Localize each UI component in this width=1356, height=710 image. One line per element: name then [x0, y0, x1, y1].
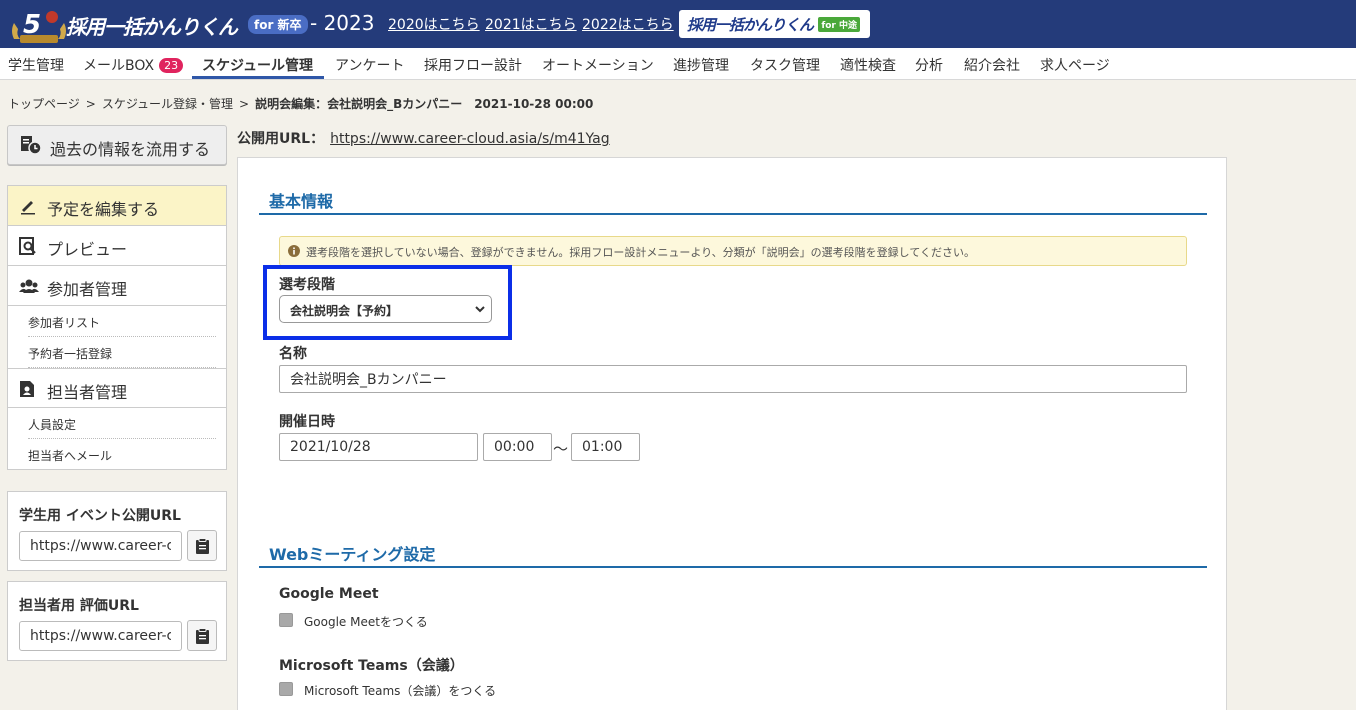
- midcareer-app-button[interactable]: 採用一括かんりくん for 中途: [679, 10, 870, 38]
- nav-job-pages[interactable]: 求人ページ: [1040, 55, 1110, 75]
- name-input[interactable]: [279, 365, 1187, 393]
- google-meet-checkbox-label[interactable]: Google Meetをつくる: [304, 613, 428, 630]
- copy-staff-url-button[interactable]: [187, 620, 217, 651]
- clipboard-icon: [196, 538, 209, 554]
- staff-url-field[interactable]: [19, 621, 182, 651]
- datetime-label: 開催日時: [279, 414, 335, 430]
- student-url-field[interactable]: [19, 531, 182, 561]
- pencil-icon: [21, 201, 35, 215]
- staff-url-box: 担当者用 評価URL: [7, 581, 227, 661]
- breadcrumb: トップページ > スケジュール登録・管理 > 説明会編集：会社説明会_Bカンパニー 20…: [8, 95, 593, 112]
- staff-badge-icon: [20, 381, 34, 397]
- basic-info-title: 基本情報: [269, 192, 334, 211]
- breadcrumb-home[interactable]: トップページ: [8, 97, 80, 111]
- google-meet-heading: Google Meet: [279, 586, 379, 602]
- time-range-separator: 〜: [553, 440, 569, 458]
- stage-label: 選考段階: [279, 277, 335, 293]
- side-edit-schedule[interactable]: 予定を編集する: [8, 186, 226, 226]
- public-url-link[interactable]: https://www.career-cloud.asia/s/m41Yag: [330, 131, 610, 147]
- stage-notice: 選考段階を選択していない場合、登録ができません。採用フロー設計メニューより、分類…: [279, 236, 1187, 266]
- nav-survey[interactable]: アンケート: [335, 55, 404, 75]
- reuse-past-info-button[interactable]: 過去の情報を流用する: [7, 125, 227, 165]
- year-2022-link[interactable]: 2022はこちら: [582, 14, 674, 34]
- year-label: - 2023: [310, 11, 375, 35]
- side-bulk-register[interactable]: 予約者一括登録: [28, 337, 216, 368]
- midcareer-tag: for 中途: [818, 17, 860, 32]
- stage-select-value: 会社説明会【予約】: [290, 304, 399, 318]
- top-header: 5 採用一括かんりくん for 新卒 - 2023 2020はこちら 2021は…: [0, 0, 1356, 48]
- chevron-down-icon: [475, 306, 485, 313]
- nav-mailbox[interactable]: メールBOX 23: [83, 55, 184, 75]
- side-participants[interactable]: 参加者管理: [8, 266, 226, 306]
- copy-student-url-button[interactable]: [187, 530, 217, 561]
- side-staff-label: 担当者管理: [47, 383, 128, 402]
- side-preview[interactable]: プレビュー: [8, 226, 226, 266]
- side-staffing[interactable]: 人員設定: [28, 408, 216, 439]
- nav-schedule[interactable]: スケジュール管理: [202, 55, 313, 75]
- clipboard-icon: [196, 628, 209, 644]
- end-time-input[interactable]: [571, 433, 640, 461]
- history-document-icon: [21, 136, 42, 155]
- breadcrumb-sep: >: [85, 97, 96, 111]
- edit-form-panel: 基本情報 選考段階を選択していない場合、登録ができません。採用フロー設計メニュー…: [237, 157, 1227, 710]
- year-2021-link[interactable]: 2021はこちら: [485, 14, 577, 34]
- preview-search-icon: [19, 237, 36, 255]
- student-url-box: 学生用 イベント公開URL: [7, 491, 227, 571]
- app-logo[interactable]: 採用一括かんりくん: [66, 11, 238, 40]
- nav-analytics[interactable]: 分析: [915, 55, 943, 75]
- breadcrumb-sep: >: [239, 97, 250, 111]
- logo-newgrad-tag: for 新卒: [248, 15, 308, 34]
- svg-text:5: 5: [23, 10, 41, 40]
- main-nav: 学生管理 メールBOX 23 スケジュール管理 アンケート 採用フロー設計 オート…: [0, 48, 1356, 80]
- nav-flow-design[interactable]: 採用フロー設計: [424, 55, 522, 75]
- nav-mailbox-label: メールBOX: [83, 58, 155, 74]
- section-divider: [259, 566, 1207, 568]
- nav-automation[interactable]: オートメーション: [542, 55, 654, 75]
- anniversary-badge-icon: 5: [12, 10, 66, 43]
- side-participants-label: 参加者管理: [47, 280, 128, 299]
- side-preview-label: プレビュー: [47, 240, 128, 259]
- reuse-past-info-label: 過去の情報を流用する: [50, 140, 211, 159]
- side-mail-staff[interactable]: 担当者へメール: [28, 439, 216, 470]
- side-edit-label: 予定を編集する: [47, 200, 160, 219]
- teams-checkbox-label[interactable]: Microsoft Teams（会議）をつくる: [304, 682, 496, 699]
- mail-count-badge: 23: [159, 58, 184, 73]
- teams-checkbox[interactable]: [279, 682, 293, 696]
- nav-students[interactable]: 学生管理: [8, 55, 64, 75]
- midcareer-logo-text: 採用一括かんりくん: [687, 16, 814, 34]
- stage-notice-text: 選考段階を選択していない場合、登録ができません。採用フロー設計メニューより、分類…: [306, 246, 976, 259]
- date-input[interactable]: [279, 433, 478, 461]
- nav-aptitude[interactable]: 適性検査: [840, 55, 896, 75]
- public-url-label: 公開用URL：: [237, 131, 325, 147]
- users-icon: [19, 279, 39, 293]
- name-label: 名称: [279, 346, 307, 362]
- side-participant-list[interactable]: 参加者リスト: [28, 306, 216, 337]
- side-menu: 予定を編集する プレビュー 参加者管理 参加者リスト 予約者一括登録 担当者管理…: [7, 185, 227, 470]
- stage-select[interactable]: 会社説明会【予約】: [279, 295, 492, 323]
- student-url-title: 学生用 イベント公開URL: [19, 508, 181, 524]
- staff-url-title: 担当者用 評価URL: [19, 598, 139, 614]
- info-icon: [288, 245, 300, 257]
- nav-tasks[interactable]: タスク管理: [750, 55, 820, 75]
- active-tab-indicator: [192, 76, 324, 79]
- section-divider: [259, 213, 1207, 215]
- public-url-row: 公開用URL： https://www.career-cloud.asia/s/m…: [237, 128, 610, 148]
- start-time-input[interactable]: [483, 433, 552, 461]
- web-meeting-title: Webミーティング設定: [269, 545, 436, 564]
- breadcrumb-current: 説明会編集：会社説明会_Bカンパニー 2021-10-28 00:00: [255, 97, 594, 111]
- year-2020-link[interactable]: 2020はこちら: [388, 14, 480, 34]
- nav-agencies[interactable]: 紹介会社: [964, 55, 1020, 75]
- teams-heading: Microsoft Teams（会議）: [279, 658, 464, 674]
- breadcrumb-parent[interactable]: スケジュール登録・管理: [102, 97, 233, 111]
- nav-progress[interactable]: 進捗管理: [673, 55, 729, 75]
- side-staff[interactable]: 担当者管理: [8, 368, 226, 408]
- google-meet-checkbox[interactable]: [279, 613, 293, 627]
